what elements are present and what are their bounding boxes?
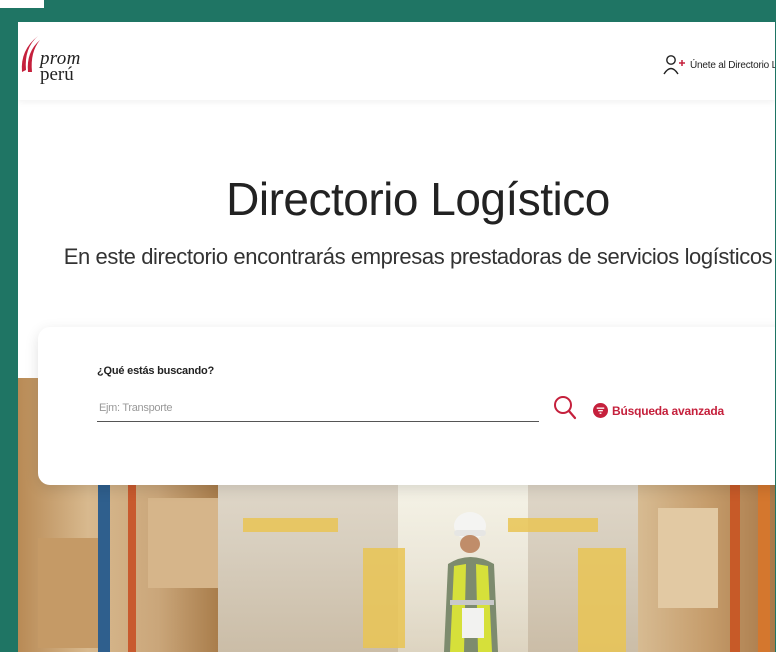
advanced-search-link[interactable]: Búsqueda avanzada (593, 403, 724, 418)
join-directory-link[interactable]: Únete al Directorio Logístico (662, 54, 775, 76)
search-card: ¿Qué estás buscando? Búsqueda avanzada (38, 327, 775, 485)
join-directory-label: Únete al Directorio Logístico (690, 59, 775, 71)
search-icon (554, 396, 577, 420)
window-frame-top (0, 0, 776, 22)
window-frame-left (0, 0, 18, 652)
user-plus-icon (663, 55, 685, 75)
logo-text-peru: perú (40, 64, 74, 85)
promperu-logo-mark (21, 36, 40, 72)
filter-icon (593, 403, 608, 418)
search-input[interactable] (97, 395, 539, 422)
promperu-logo[interactable]: prom perú (20, 34, 100, 94)
advanced-search-label: Búsqueda avanzada (612, 403, 724, 418)
page: prom perú Únete al Directorio Logístico … (18, 22, 775, 652)
search-label: ¿Qué estás buscando? (97, 365, 215, 377)
search-button[interactable] (550, 393, 580, 423)
page-title: Directorio Logístico (226, 173, 610, 225)
worker-figure (444, 512, 498, 652)
site-header: prom perú Únete al Directorio Logístico (18, 22, 775, 100)
page-subtitle: En este directorio encontrarás empresas … (63, 244, 773, 269)
